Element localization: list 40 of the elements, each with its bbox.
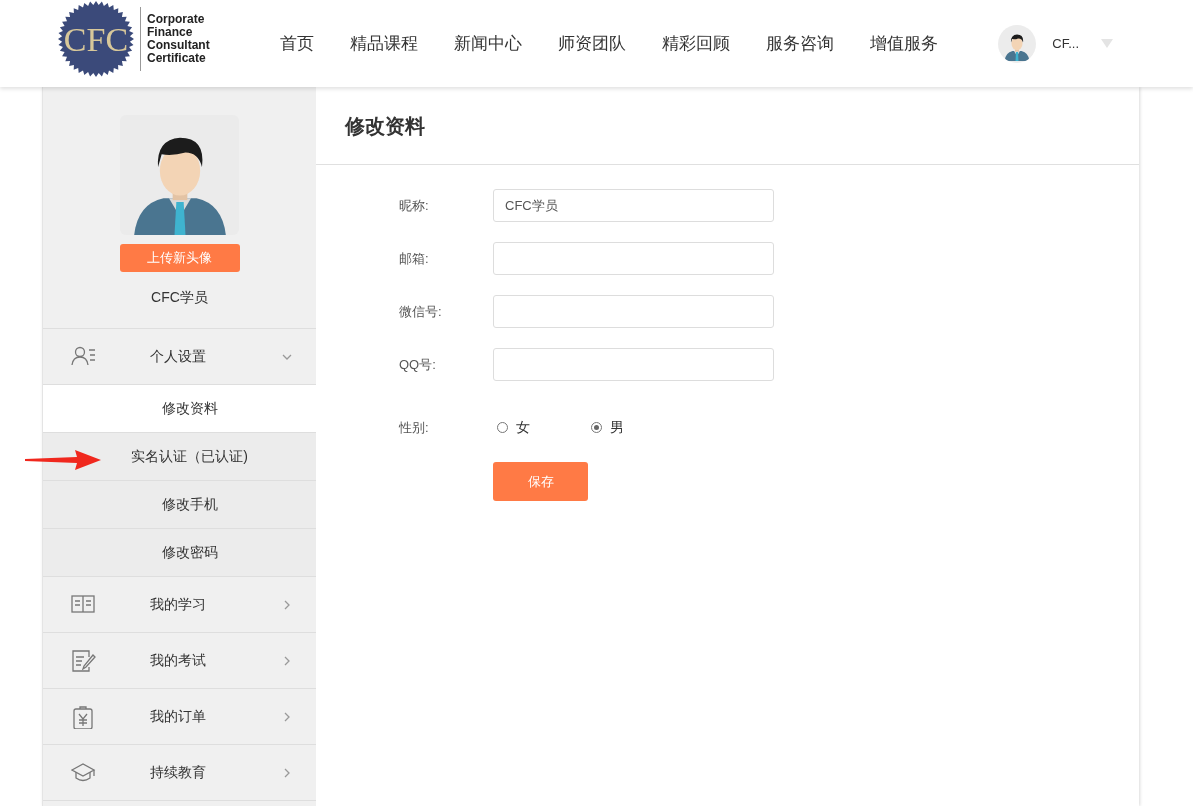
- edit-icon: [71, 648, 96, 673]
- menu-label: 我的学习: [150, 595, 207, 614]
- field-label: 邮箱:: [399, 249, 430, 268]
- field-label: 昵称:: [399, 196, 430, 215]
- nav-link[interactable]: 精品课程: [350, 30, 418, 57]
- clipboard-icon: [71, 704, 96, 729]
- user-name[interactable]: CF...: [1052, 33, 1079, 54]
- submenu-item[interactable]: 实名认证（已认证): [43, 433, 316, 481]
- dropdown-caret-icon[interactable]: [1101, 39, 1113, 48]
- chevron-right-icon: [282, 711, 292, 722]
- nav-link[interactable]: 增值服务: [870, 30, 938, 57]
- menu-label: 我的订单: [150, 707, 207, 726]
- radio-label: 女: [516, 418, 530, 437]
- input-field[interactable]: CFC学员: [493, 189, 774, 222]
- menu-label: 我的考试: [150, 651, 207, 670]
- menu-label: 持续教育: [150, 763, 207, 782]
- logo-text: Corporate Finance Consultant Certificate: [147, 12, 210, 65]
- input-field[interactable]: [493, 348, 774, 381]
- username: CFC学员: [151, 288, 208, 307]
- input-field[interactable]: [493, 295, 774, 328]
- chevron-right-icon: [282, 599, 292, 610]
- field-label: 性别:: [399, 418, 430, 437]
- chevron-right-icon: [282, 655, 292, 666]
- user-avatar[interactable]: [998, 24, 1037, 63]
- nav-link[interactable]: 师资团队: [558, 30, 626, 57]
- submenu-item[interactable]: 修改资料: [43, 385, 316, 433]
- field-label: QQ号:: [399, 355, 437, 374]
- nav-link[interactable]: 精彩回顾: [662, 30, 730, 57]
- menu-label: 个人设置: [150, 347, 207, 366]
- nav-link[interactable]: 首页: [280, 30, 314, 57]
- nav-link[interactable]: 新闻中心: [454, 30, 522, 57]
- page-title: 修改资料: [316, 87, 1139, 165]
- field-label: 微信号:: [399, 302, 443, 321]
- logo-seal-icon: CFC: [56, 0, 136, 77]
- input-field[interactable]: [493, 242, 774, 275]
- nav-link[interactable]: 服务咨询: [766, 30, 834, 57]
- radio-label: 男: [610, 418, 624, 437]
- submenu-item[interactable]: 修改密码: [43, 529, 316, 577]
- submenu-item[interactable]: 修改手机: [43, 481, 316, 529]
- chevron-right-icon: [282, 767, 292, 778]
